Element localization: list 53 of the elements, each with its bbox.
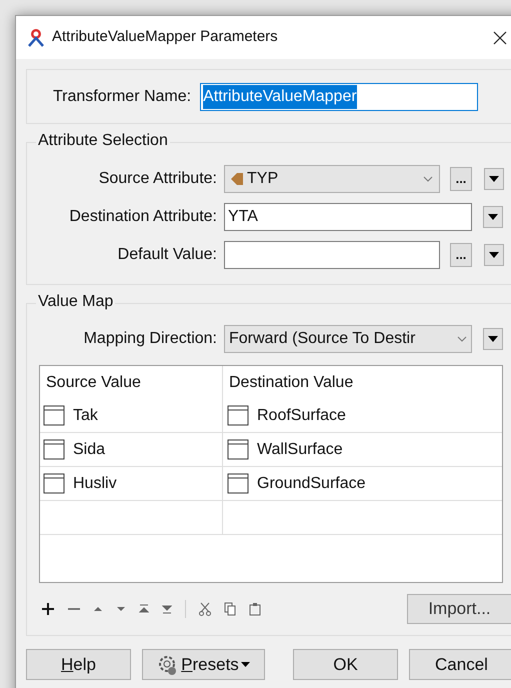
- dialog-button[interactable]: Cancel: [409, 649, 511, 680]
- value-icon: [43, 472, 65, 494]
- column-header: Destination Value: [228, 372, 354, 392]
- caret-icon: [488, 336, 498, 342]
- browse-button[interactable]: ...: [450, 243, 472, 267]
- name-field[interactable]: AttributeValueMapper: [200, 82, 478, 110]
- dropdown-button[interactable]: [483, 328, 503, 350]
- dropdown-button[interactable]: [483, 206, 503, 228]
- group-title: Value Map: [36, 292, 116, 312]
- combo-value: TYP: [247, 169, 280, 189]
- caret-icon: [489, 176, 499, 182]
- table-cell-text: Tak: [73, 406, 98, 426]
- value-icon: [227, 472, 249, 494]
- value-icon: [43, 438, 65, 460]
- cut-icon[interactable]: [199, 602, 211, 616]
- caret-icon: [240, 662, 250, 667]
- field-label: Source Attribute:: [98, 169, 218, 189]
- text-field[interactable]: [224, 241, 440, 269]
- window-title: AttributeValueMapper Parameters: [52, 27, 279, 48]
- source-attribute-combo[interactable]: TYP: [224, 165, 440, 193]
- field-label: Destination Attribute:: [68, 207, 218, 227]
- paste-icon[interactable]: [249, 602, 261, 616]
- dropdown-button[interactable]: [484, 168, 504, 190]
- close-icon[interactable]: [493, 30, 507, 44]
- app-icon: [26, 28, 46, 48]
- copy-icon[interactable]: [224, 602, 236, 616]
- field-label: Transformer Name:: [53, 86, 192, 106]
- dropdown-button[interactable]: [484, 244, 504, 266]
- table-cell-text: Husliv: [73, 474, 117, 494]
- presets-button[interactable]: Presets: [142, 649, 265, 680]
- value-icon: [43, 404, 65, 426]
- caret-icon: [488, 214, 498, 220]
- table-cell-text: RoofSurface: [257, 406, 346, 426]
- value-icon: [227, 404, 249, 426]
- field-label: Mapping Direction:: [82, 329, 218, 349]
- browse-button[interactable]: ...: [450, 167, 472, 191]
- table-cell-text: Sida: [73, 440, 106, 460]
- direction-combo[interactable]: Forward (Source To Destir: [224, 325, 472, 353]
- text-field[interactable]: YTA: [224, 203, 472, 231]
- import-button[interactable]: Import...: [407, 594, 511, 624]
- dialog-button[interactable]: Help: [26, 649, 131, 680]
- field-label: Default Value:: [116, 245, 218, 265]
- column-header: Source Value: [40, 366, 223, 399]
- combo-value: Forward (Source To Destir: [229, 329, 416, 349]
- table-cell-text: WallSurface: [257, 440, 343, 460]
- caret-icon: [489, 252, 499, 258]
- chevron-icon: [457, 336, 467, 342]
- table-cell-text: GroundSurface: [257, 474, 366, 494]
- chevron-icon: [423, 176, 433, 182]
- dialog-button[interactable]: OK: [293, 649, 398, 680]
- name-value: AttributeValueMapper: [203, 84, 357, 108]
- add-icon[interactable]: [41, 602, 55, 616]
- value-icon: [227, 438, 249, 460]
